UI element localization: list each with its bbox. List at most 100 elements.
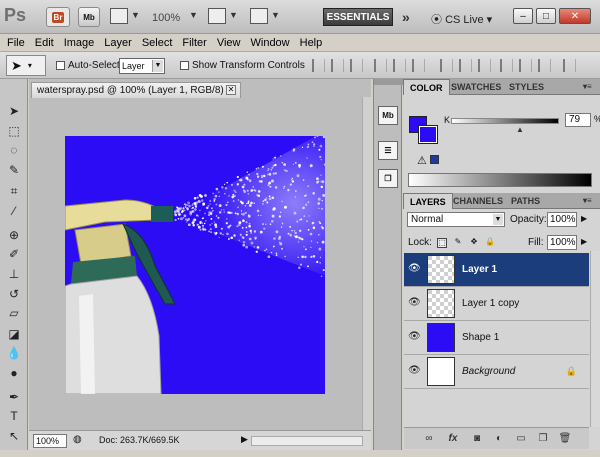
tool-preset-picker[interactable]: ➤ ▾ [6,55,46,76]
menu-window[interactable]: Window [251,37,290,49]
document-horizontal-scrollbar[interactable] [251,436,363,446]
delete-layer-icon[interactable]: 🗑 [558,432,572,445]
fill-field[interactable]: 100% [547,235,577,250]
menu-select[interactable]: Select [142,37,173,49]
document-zoom-field[interactable]: 100% [33,434,67,448]
blur-tool-icon[interactable]: 💧 [5,345,23,361]
status-info-icon[interactable]: ◍ [73,434,82,445]
align-top-icon[interactable] [312,59,325,72]
gamut-color-swatch[interactable] [430,155,439,164]
menu-help[interactable]: Help [300,37,323,49]
view-extras-icon[interactable] [110,8,128,24]
eraser-tool-icon[interactable]: ▱ [5,305,23,321]
arrange-documents-icon[interactable] [208,8,226,24]
tab-color[interactable]: COLOR [403,79,450,95]
align-left-icon[interactable] [374,59,387,72]
align-hcenter-icon[interactable] [393,59,406,72]
status-menu-arrow-icon[interactable]: ▶ [241,434,248,445]
lock-position-icon[interactable]: ✥ [469,238,479,248]
fill-dropdown-icon[interactable]: ▶ [581,237,587,246]
color-ramp[interactable] [408,173,592,187]
close-button[interactable]: ✕ [559,8,591,24]
more-workspaces-icon[interactable]: » [402,9,410,25]
layer-row[interactable]: 👁 Layer 1 [404,253,589,287]
transform-controls-checkbox[interactable] [180,61,189,70]
auto-align-icon[interactable] [563,59,576,72]
cs-live-button[interactable]: ⦿ CS Live ▾ [431,11,492,27]
link-layers-icon[interactable]: ∞ [422,432,436,445]
paint-bucket-tool-icon[interactable]: ◪ [5,326,23,342]
out-of-gamut-warning-icon[interactable]: ⚠ [417,154,427,167]
layer-row[interactable]: 👁 Background 🔒 [404,355,589,389]
menu-layer[interactable]: Layer [104,37,132,49]
quick-select-tool-icon[interactable]: ✎ [5,162,23,178]
distribute-vcenter-icon[interactable] [459,59,472,72]
menu-edit[interactable]: Edit [35,37,54,49]
opacity-dropdown-icon[interactable]: ▶ [581,214,587,223]
zoom-level[interactable]: 100% [152,12,180,24]
adjustment-layer-icon[interactable]: ◐ [492,432,506,445]
eye-icon[interactable]: 👁 [408,297,421,309]
align-bottom-icon[interactable] [350,59,363,72]
distribute-hcenter-icon[interactable] [519,59,532,72]
workspace-switcher-button[interactable]: ESSENTIALS [323,8,393,26]
arrange-dropdown-icon[interactable]: ▼ [229,10,238,20]
marquee-tool-icon[interactable]: ⬚ [5,123,23,139]
align-right-icon[interactable] [412,59,425,72]
clone-source-panel-icon[interactable]: ❐ [378,169,398,188]
menu-file[interactable]: File [7,37,25,49]
blend-mode-select[interactable]: Normal ▼ [407,212,505,227]
document-vertical-scrollbar[interactable] [362,97,371,430]
layer-row[interactable]: 👁 Shape 1 [404,321,589,355]
distribute-right-icon[interactable] [538,59,551,72]
opacity-field[interactable]: 100% [547,212,577,227]
restore-button[interactable]: □ [536,8,556,24]
layers-panel-menu-icon[interactable]: ▾≡ [577,193,598,209]
layer-row[interactable]: 👁 Layer 1 copy [404,287,589,321]
tab-swatches[interactable]: SWATCHES [445,79,507,95]
panel-menu-icon[interactable]: ▾≡ [577,79,598,95]
add-mask-icon[interactable]: ◙ [470,432,484,445]
path-select-tool-icon[interactable]: ↖ [5,428,23,444]
healing-brush-tool-icon[interactable]: ⊕ [5,227,23,243]
eye-icon[interactable]: 👁 [408,331,421,343]
new-group-icon[interactable]: ▭ [514,432,528,445]
k-value-field[interactable]: 79 [565,113,591,127]
auto-select-checkbox[interactable] [56,61,65,70]
screen-mode-dropdown-icon[interactable]: ▼ [271,10,280,20]
pen-tool-icon[interactable]: ✒ [5,389,23,405]
k-slider-thumb-icon[interactable]: ▲ [516,125,524,134]
history-panel-icon[interactable]: ☰ [378,141,398,160]
background-color-swatch[interactable] [418,125,438,144]
layer-style-icon[interactable]: fx [446,432,460,445]
lasso-tool-icon[interactable]: ◌ [5,142,23,158]
distribute-left-icon[interactable] [500,59,513,72]
eye-icon[interactable]: 👁 [408,263,421,275]
k-slider[interactable] [451,118,559,124]
history-brush-tool-icon[interactable]: ↺ [5,286,23,302]
auto-select-target-select[interactable]: Layer ▼ [119,58,165,74]
clone-stamp-tool-icon[interactable]: ⊥ [5,266,23,282]
tab-layers[interactable]: LAYERS [403,193,453,209]
tab-styles[interactable]: STYLES [503,79,550,95]
layers-scrollbar[interactable] [590,251,600,427]
screen-mode-icon[interactable] [250,8,268,24]
align-vcenter-icon[interactable] [331,59,344,72]
tab-channels[interactable]: CHANNELS [447,193,509,209]
image-canvas[interactable] [65,136,325,394]
minimize-button[interactable]: – [513,8,533,24]
dodge-tool-icon[interactable]: ● [5,365,23,381]
document-size-info[interactable]: Doc: 263.7K/669.5K [99,435,180,445]
new-layer-icon[interactable]: ❐ [536,432,550,445]
launch-minibridge-button[interactable]: Mb [78,7,100,27]
brush-tool-icon[interactable]: ✐ [5,246,23,262]
close-document-icon[interactable]: ✕ [226,85,236,95]
distribute-top-icon[interactable] [440,59,453,72]
crop-tool-icon[interactable]: ⌗ [5,183,23,199]
zoom-dropdown-icon[interactable]: ▼ [189,10,198,20]
launch-bridge-button[interactable]: Br [46,7,70,27]
menu-view[interactable]: View [217,37,241,49]
document-tab[interactable]: waterspray.psd @ 100% (Layer 1, RGB/8) ✕ [31,82,241,98]
tab-paths[interactable]: PATHS [505,193,546,209]
lock-all-icon[interactable]: 🔒 [485,238,495,248]
